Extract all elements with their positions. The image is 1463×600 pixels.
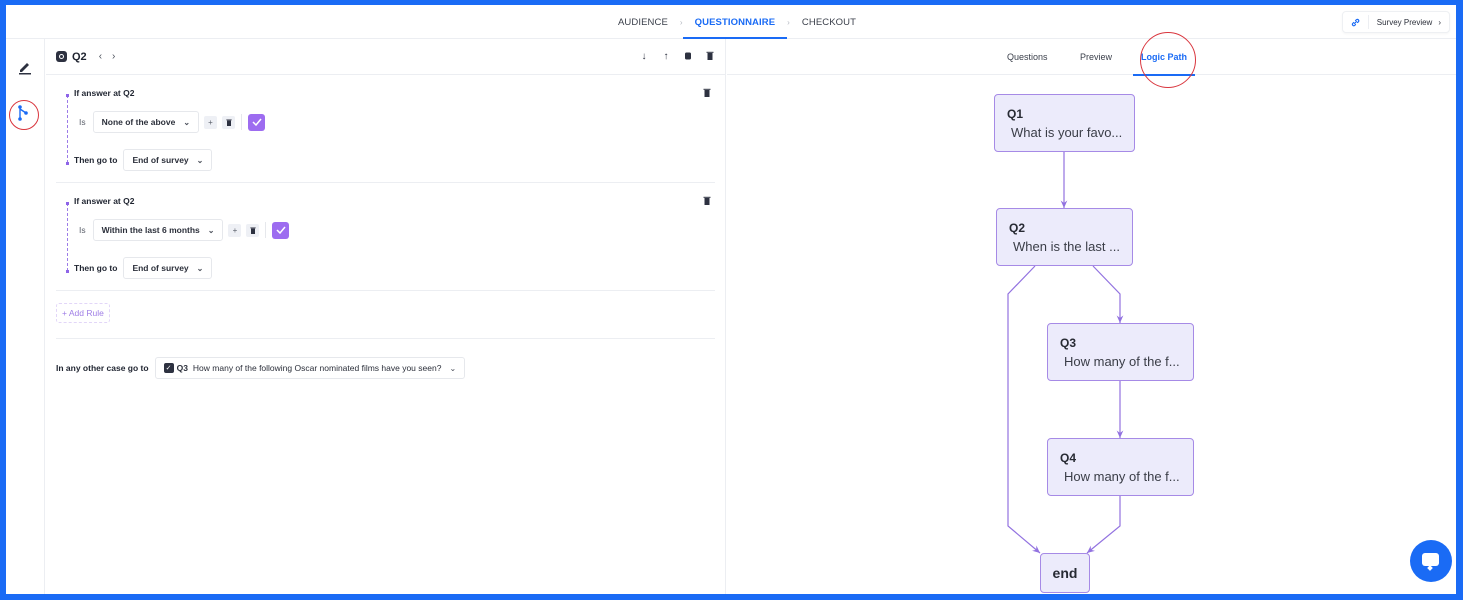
move-down-icon[interactable]: ↓ — [639, 51, 649, 63]
pencil-icon[interactable] — [17, 59, 33, 75]
add-rule-section: + Add Rule — [56, 291, 715, 339]
add-condition-button[interactable]: + — [204, 115, 218, 129]
logic-path-panel: Questions Preview Logic Path Q1 What is … — [727, 32, 1456, 594]
connector-dot — [66, 202, 69, 205]
connector-dot — [66, 270, 69, 273]
add-rule-button[interactable]: + Add Rule — [56, 303, 110, 323]
node-id: Q3 — [1060, 336, 1077, 350]
node-id: Q4 — [1060, 451, 1077, 465]
delete-rule-icon[interactable] — [703, 196, 711, 207]
divider — [265, 222, 267, 238]
logic-editor-panel: Q2 ‹ › ↓ ↑ If answer at Q2 Is None of th… — [46, 39, 726, 594]
previous-question-button[interactable]: ‹ — [99, 51, 102, 62]
node-id: Q2 — [1009, 221, 1026, 235]
edge-q2-end — [1007, 265, 1041, 554]
then-go-to-label: Then go to — [74, 263, 118, 273]
add-condition-button[interactable]: + — [228, 223, 242, 237]
answer-value: None of the above — [101, 117, 176, 127]
rule-connector — [67, 95, 68, 163]
step-audience[interactable]: AUDIENCE — [606, 5, 680, 39]
step-questionnaire[interactable]: QUESTIONNAIRE — [682, 5, 788, 39]
top-nav: AUDIENCE › QUESTIONNAIRE › CHECKOUT Surv… — [6, 5, 1456, 39]
node-text: What is your favo... — [1011, 125, 1123, 140]
then-row: Then go to End of survey ⌄ — [74, 149, 213, 171]
move-up-icon[interactable]: ↑ — [661, 51, 671, 63]
question-header: Q2 ‹ › ↓ ↑ — [46, 39, 725, 75]
chat-icon[interactable] — [1410, 540, 1452, 582]
then-row: Then go to End of survey ⌄ — [74, 257, 213, 279]
is-label: Is — [79, 117, 86, 127]
answer-value: Within the last 6 months — [101, 225, 200, 235]
logic-rule: If answer at Q2 Is Within the last 6 mon… — [56, 183, 715, 291]
confirm-checkbox[interactable] — [272, 221, 290, 239]
otherwise-row: In any other case go to ✓ Q3 How many of… — [56, 357, 466, 379]
chevron-down-icon: ⌄ — [196, 263, 204, 273]
flow-node-q3[interactable]: Q3 How many of the f... — [1047, 323, 1194, 381]
node-text: When is the last ... — [1013, 239, 1120, 254]
node-text: How many of the f... — [1064, 354, 1180, 369]
chevron-down-icon: ⌄ — [449, 363, 457, 373]
duplicate-icon[interactable] — [683, 51, 693, 63]
condition-row: Is None of the above ⌄ + — [79, 111, 266, 133]
app-window: AUDIENCE › QUESTIONNAIRE › CHECKOUT Surv… — [6, 5, 1456, 594]
checkbox-question-icon: ✓ — [163, 363, 174, 373]
flow-node-end[interactable]: end — [1040, 553, 1090, 593]
question-text: How many of the following Oscar nominate… — [192, 363, 442, 373]
is-label: Is — [79, 225, 86, 235]
otherwise-label: In any other case go to — [56, 363, 149, 373]
survey-preview-button[interactable]: Survey Preview › — [1341, 11, 1450, 33]
flow-node-q4[interactable]: Q4 How many of the f... — [1047, 438, 1194, 496]
step-nav: AUDIENCE › QUESTIONNAIRE › CHECKOUT — [606, 5, 868, 39]
connector-dot — [66, 94, 69, 97]
answer-select[interactable]: None of the above ⌄ — [92, 111, 200, 133]
question-id: Q2 — [72, 50, 87, 63]
question-actions: ↓ ↑ — [639, 51, 715, 63]
chevron-down-icon: ⌄ — [196, 155, 204, 165]
connector-dot — [66, 162, 69, 165]
branch-icon[interactable] — [12, 102, 34, 124]
flow-node-q2[interactable]: Q2 When is the last ... — [996, 208, 1133, 266]
condition-row: Is Within the last 6 months ⌄ + — [79, 219, 290, 241]
answer-select[interactable]: Within the last 6 months ⌄ — [92, 219, 224, 241]
question-id: Q3 — [176, 363, 188, 373]
destination-value: End of survey — [132, 155, 189, 165]
flow-node-q1[interactable]: Q1 What is your favo... — [994, 94, 1135, 152]
step-checkout[interactable]: CHECKOUT — [790, 5, 868, 39]
divider — [241, 114, 243, 130]
rule-title: If answer at Q2 — [74, 196, 135, 206]
trash-icon[interactable] — [705, 51, 715, 63]
chevron-right-icon: › — [1438, 17, 1441, 27]
confirm-checkbox[interactable] — [248, 113, 266, 131]
delete-condition-button[interactable] — [222, 115, 236, 129]
rule-title: If answer at Q2 — [74, 88, 135, 98]
node-id: Q1 — [1007, 107, 1024, 121]
left-rail — [6, 39, 45, 594]
logic-rule: If answer at Q2 Is None of the above ⌄ + — [56, 75, 715, 183]
link-icon — [1351, 15, 1369, 29]
destination-select[interactable]: End of survey ⌄ — [123, 257, 213, 279]
delete-condition-button[interactable] — [246, 223, 260, 237]
destination-select[interactable]: End of survey ⌄ — [123, 149, 213, 171]
delete-rule-icon[interactable] — [703, 88, 711, 99]
node-text: How many of the f... — [1064, 469, 1180, 484]
survey-preview-label: Survey Preview — [1376, 17, 1433, 27]
otherwise-destination-select[interactable]: ✓ Q3 How many of the following Oscar nom… — [154, 357, 466, 379]
edge-q2-q3 — [1092, 265, 1124, 323]
edge-q4-end — [1086, 496, 1121, 554]
then-go-to-label: Then go to — [74, 155, 118, 165]
destination-value: End of survey — [132, 263, 189, 273]
question-type-icon — [56, 51, 67, 62]
chevron-down-icon: ⌄ — [207, 225, 215, 235]
chevron-down-icon: ⌄ — [183, 117, 191, 127]
next-question-button[interactable]: › — [112, 51, 115, 62]
rule-connector — [67, 203, 68, 271]
